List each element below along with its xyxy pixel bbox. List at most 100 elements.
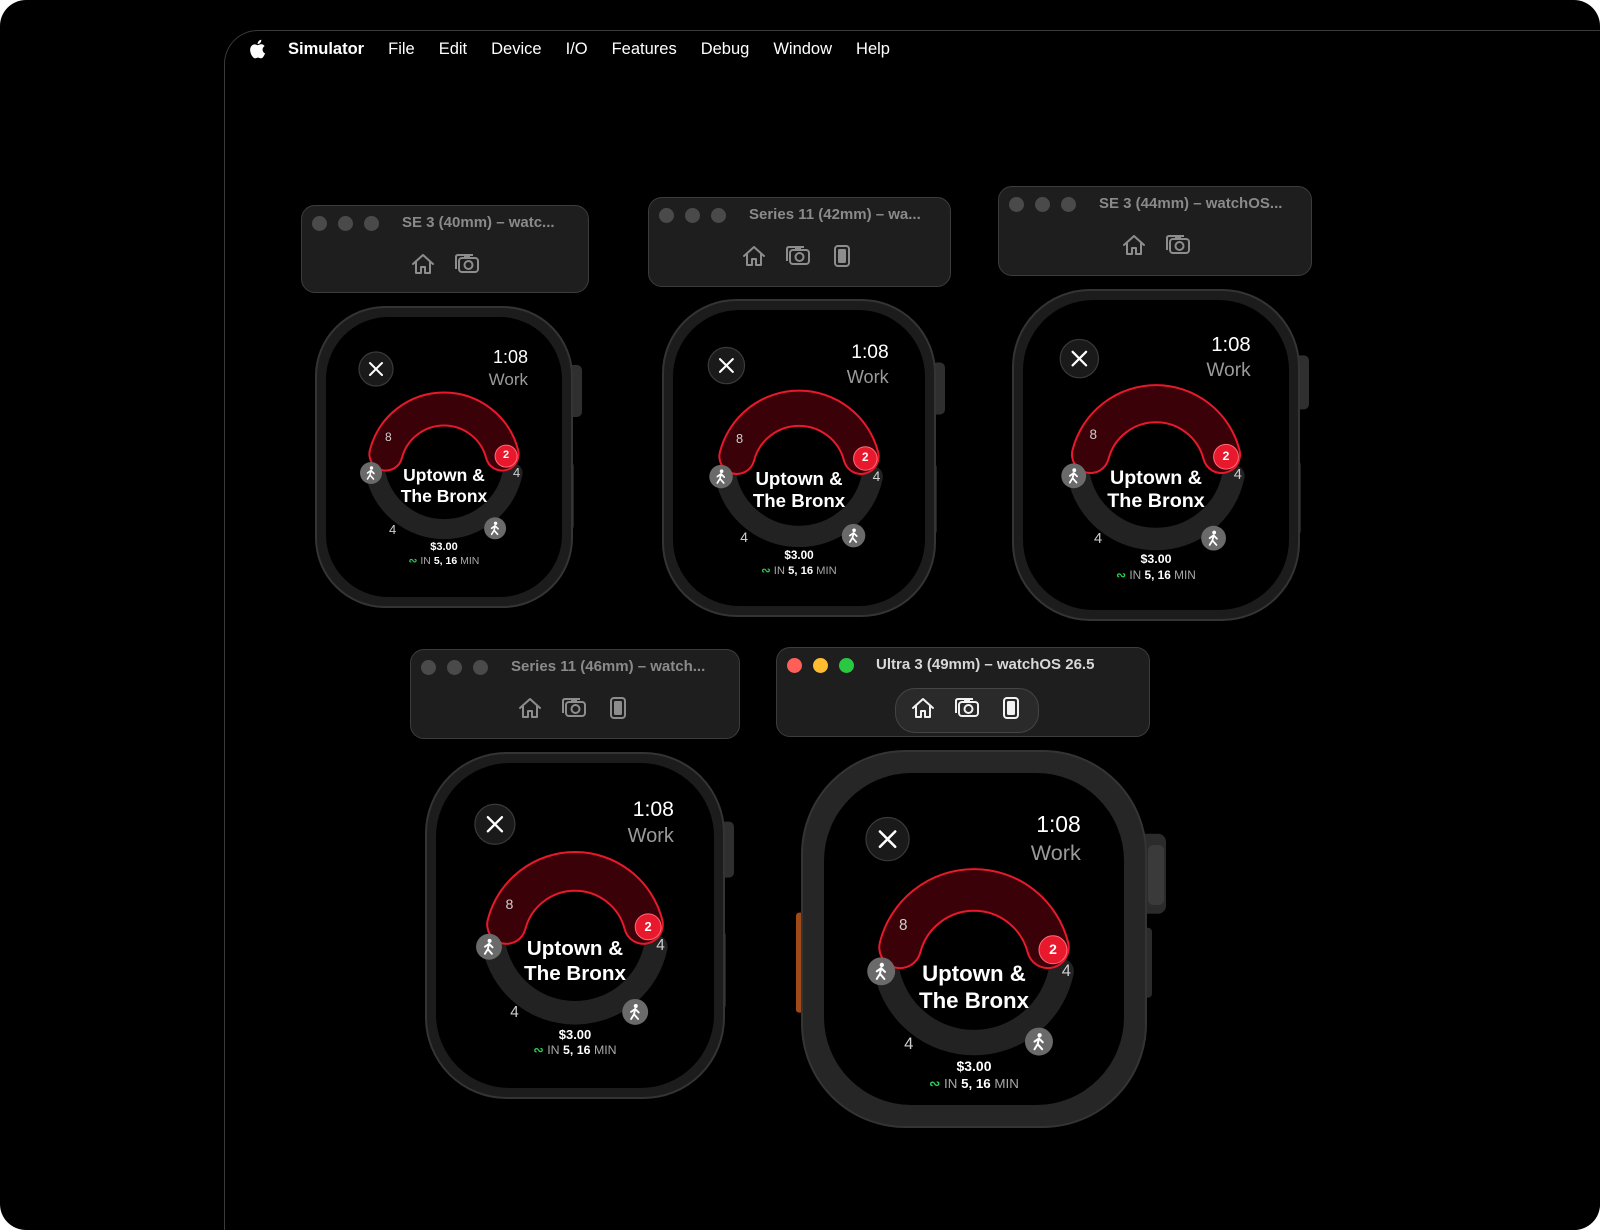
close-window-button[interactable] xyxy=(659,208,674,223)
minimize-window-button[interactable] xyxy=(447,660,462,675)
fare-amount: $3.00 xyxy=(1140,552,1172,567)
eta-values: 5, 16 xyxy=(788,565,814,578)
menu-help[interactable]: Help xyxy=(856,40,890,59)
clock-time: 1:08 xyxy=(851,342,889,364)
screenshot-icon[interactable] xyxy=(954,696,980,725)
traffic-lights xyxy=(421,660,488,675)
arrival-eta: ∾ IN 5, 16 MIN xyxy=(929,1076,1019,1092)
close-window-button[interactable] xyxy=(1009,197,1024,212)
screenshot-icon[interactable] xyxy=(561,696,587,725)
minimize-window-button[interactable] xyxy=(338,216,353,231)
alert-badge-count: 2 xyxy=(1049,940,1057,957)
arc-count-left: 8 xyxy=(385,430,392,444)
desktop-background: Simulator File Edit Device I/O Features … xyxy=(0,0,1600,1230)
arrival-eta: ∾ IN 5, 16 MIN xyxy=(1116,568,1196,582)
zoom-window-button[interactable] xyxy=(1061,197,1076,212)
station-name-line1: Uptown & xyxy=(403,465,485,485)
close-button[interactable] xyxy=(865,816,910,862)
rotate-icon[interactable] xyxy=(605,696,631,725)
watch-device: 1:08 Work 8 2 4 4 Uptown & The Bronx $3.00 ∾ IN 5… xyxy=(1012,289,1309,621)
traffic-lights xyxy=(312,216,379,231)
station-name-line1: Uptown & xyxy=(1110,466,1202,489)
rotate-icon[interactable] xyxy=(998,696,1024,725)
window-toolbar xyxy=(895,688,1039,733)
home-icon[interactable] xyxy=(410,252,436,281)
zoom-window-button[interactable] xyxy=(473,660,488,675)
walk-icon-left xyxy=(709,464,733,489)
rotate-icon[interactable] xyxy=(829,244,855,273)
zoom-window-button[interactable] xyxy=(711,208,726,223)
walk-icon-left xyxy=(360,462,382,484)
track-count-bottom-left: 4 xyxy=(389,522,397,537)
menu-file[interactable]: File xyxy=(388,40,415,59)
close-button[interactable] xyxy=(474,803,516,845)
minimize-window-button[interactable] xyxy=(685,208,700,223)
digital-crown[interactable] xyxy=(1148,845,1164,905)
apple-menu-icon[interactable] xyxy=(248,39,266,59)
home-icon[interactable] xyxy=(741,244,767,273)
walk-icon-left xyxy=(476,933,502,960)
simulator-window[interactable]: Ultra 3 (49mm) – watchOS 26.5 xyxy=(776,647,1150,737)
menu-features[interactable]: Features xyxy=(612,40,677,59)
eta-unit: MIN xyxy=(593,1043,617,1058)
minimize-window-button[interactable] xyxy=(1035,197,1050,212)
arrival-eta: ∾ IN 5, 16 MIN xyxy=(533,1043,616,1057)
walk-icon-left xyxy=(1061,463,1087,489)
simulator-window[interactable]: SE 3 (40mm) – watc... xyxy=(301,205,589,293)
menu-io[interactable]: I/O xyxy=(566,40,588,59)
walk-icon-right xyxy=(484,517,507,540)
eta-unit: MIN xyxy=(994,1075,1019,1091)
track-count-bottom-left: 4 xyxy=(510,1004,519,1022)
clock-time: 1:08 xyxy=(492,347,528,367)
menu-bar: Simulator File Edit Device I/O Features … xyxy=(248,36,914,62)
close-window-button[interactable] xyxy=(787,658,802,673)
window-title: SE 3 (40mm) – watc... xyxy=(402,214,555,231)
eta-values: 5, 16 xyxy=(563,1043,591,1058)
track-count-bottom-left: 4 xyxy=(740,528,748,545)
eta-prefix: IN xyxy=(944,1075,958,1091)
focus-mode-label: Work xyxy=(627,825,674,848)
menu-debug[interactable]: Debug xyxy=(701,40,750,59)
fare-amount: $3.00 xyxy=(956,1057,992,1074)
walk-icon xyxy=(879,962,884,968)
watch-device: 1:08 Work 8 2 4 4 Uptown & The Bronx $3.00 ∾ IN 5… xyxy=(662,299,945,617)
home-icon[interactable] xyxy=(517,696,543,725)
minimize-window-button[interactable] xyxy=(813,658,828,673)
eta-prefix: IN xyxy=(773,565,786,578)
zoom-window-button[interactable] xyxy=(839,658,854,673)
alert-badge-count: 2 xyxy=(862,451,869,465)
screenshot-icon[interactable] xyxy=(454,252,480,281)
close-button[interactable] xyxy=(707,346,746,385)
walk-icon xyxy=(852,528,856,533)
home-icon[interactable] xyxy=(910,696,936,725)
live-signal-icon: ∾ xyxy=(533,1043,544,1058)
menu-window[interactable]: Window xyxy=(773,40,832,59)
menu-simulator[interactable]: Simulator xyxy=(288,40,364,59)
simulator-window[interactable]: SE 3 (44mm) – watchOS... xyxy=(998,186,1312,276)
walk-icon xyxy=(1212,530,1217,535)
walk-icon xyxy=(719,469,724,474)
track-count-bottom-left: 4 xyxy=(1094,531,1103,548)
walk-icon-right xyxy=(622,998,649,1025)
station-name-line1: Uptown & xyxy=(526,937,624,961)
close-window-button[interactable] xyxy=(312,216,327,231)
arc-count-left: 8 xyxy=(899,916,908,934)
menu-edit[interactable]: Edit xyxy=(439,40,467,59)
clock-time: 1:08 xyxy=(1211,333,1251,356)
home-icon[interactable] xyxy=(1121,233,1147,262)
walk-icon-right xyxy=(841,523,866,548)
close-button[interactable] xyxy=(1059,338,1100,379)
watch-device: 1:08 Work 8 2 4 4 Uptown & The Bronx $3.00 ∾ IN 5… xyxy=(425,752,734,1099)
menu-device[interactable]: Device xyxy=(491,40,541,59)
focus-mode-label: Work xyxy=(1030,840,1081,866)
simulator-window[interactable]: Series 11 (42mm) – wa... xyxy=(648,197,951,287)
zoom-window-button[interactable] xyxy=(364,216,379,231)
screenshot-icon[interactable] xyxy=(1165,233,1191,262)
track-count-right: 4 xyxy=(656,937,665,955)
station-name-line2: The Bronx xyxy=(400,486,488,506)
screenshot-icon[interactable] xyxy=(785,244,811,273)
close-window-button[interactable] xyxy=(421,660,436,675)
eta-unit: MIN xyxy=(1174,568,1196,583)
simulator-window[interactable]: Series 11 (46mm) – watch... xyxy=(410,649,740,739)
close-button[interactable] xyxy=(358,351,394,387)
